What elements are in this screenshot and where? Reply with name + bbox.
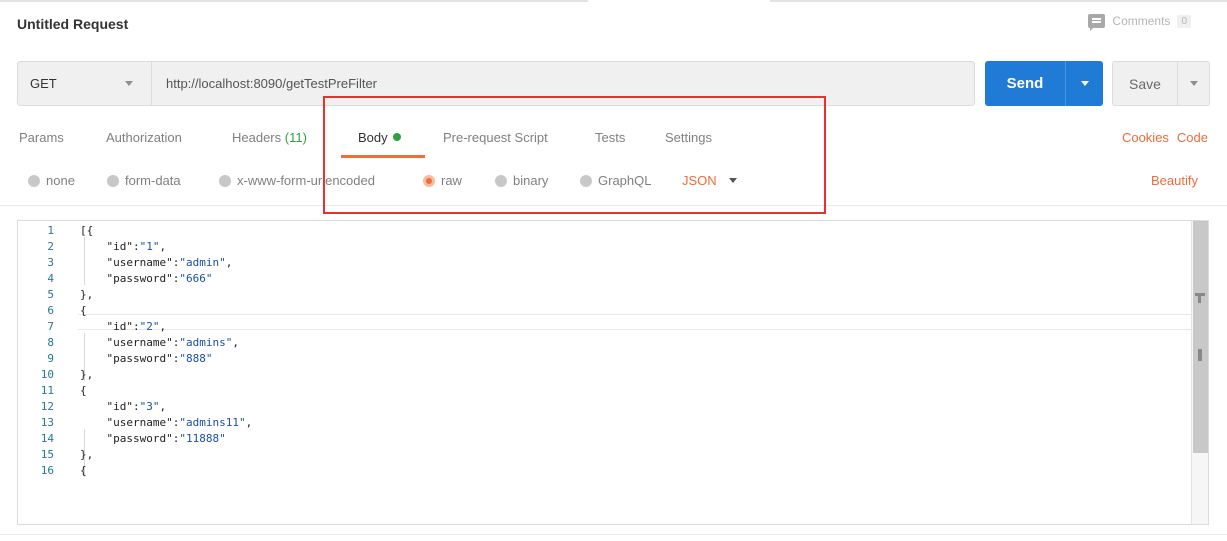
comments-count-badge: 0 — [1177, 14, 1191, 28]
line-code: "id":"3", — [80, 400, 167, 413]
line-number: 11 — [40, 384, 54, 397]
line-number: 12 — [40, 400, 54, 413]
line-code: "id":"2", — [80, 320, 167, 333]
line-number: 1 — [47, 224, 54, 237]
line-number: 4 — [47, 272, 54, 285]
current-line-highlight — [78, 314, 1193, 330]
line-number: 7 — [47, 320, 54, 333]
beautify-link[interactable]: Beautify — [1151, 173, 1198, 188]
line-code: { — [80, 304, 87, 317]
body-option-form-data[interactable]: form-data — [107, 173, 181, 188]
body-option-none[interactable]: none — [28, 173, 75, 188]
comments-button[interactable]: Comments 0 — [1088, 14, 1191, 31]
line-code: }, — [80, 448, 94, 461]
send-button[interactable]: Send — [985, 75, 1065, 92]
method-select[interactable]: GET — [18, 62, 152, 105]
chevron-down-icon — [1189, 81, 1198, 86]
line-code: "password":"11888" — [80, 432, 226, 445]
annotation-highlight-box — [323, 96, 826, 214]
radio-icon — [107, 174, 119, 187]
line-code: { — [80, 384, 87, 397]
line-code: }, — [80, 368, 94, 381]
line-code: { — [80, 464, 87, 477]
line-code: "id":"1", — [80, 240, 167, 253]
bottom-border — [0, 534, 1227, 535]
line-number: 10 — [40, 368, 54, 381]
cookies-link[interactable]: Cookies — [1122, 130, 1169, 145]
scrollbar-marker — [1198, 293, 1201, 303]
tab-authorization[interactable]: Authorization — [106, 130, 182, 145]
line-code: "username":"admin", — [80, 256, 233, 269]
scrollbar-thumb[interactable] — [1193, 221, 1208, 453]
save-options-button[interactable] — [1178, 81, 1209, 86]
headers-count: (11) — [284, 130, 307, 145]
save-button-group: Save — [1112, 61, 1210, 106]
top-border-gap — [588, 0, 770, 2]
chevron-down-icon — [1080, 81, 1089, 86]
send-button-group: Send — [985, 61, 1103, 106]
comments-label: Comments — [1112, 14, 1171, 28]
line-code: "password":"666" — [80, 272, 213, 285]
comment-icon — [1088, 14, 1106, 31]
code-editor[interactable]: 1 [{ 2 "id":"1", 3 "username":"admin", 4 "pa… — [17, 220, 1209, 525]
tab-headers-label: Headers — [232, 130, 282, 145]
line-code: }, — [80, 288, 94, 301]
line-number: 15 — [40, 448, 54, 461]
scrollbar-marker — [1198, 349, 1202, 361]
send-options-button[interactable] — [1066, 81, 1103, 86]
body-option-label: none — [46, 173, 75, 188]
radio-icon — [219, 174, 231, 187]
method-label: GET — [30, 76, 57, 91]
line-code: "password":"888" — [80, 352, 213, 365]
body-option-label: form-data — [125, 173, 181, 188]
line-number: 8 — [47, 336, 54, 349]
request-title[interactable]: Untitled Request — [17, 16, 128, 32]
line-number: 2 — [47, 240, 54, 253]
line-number: 3 — [47, 256, 54, 269]
line-number: 6 — [47, 304, 54, 317]
line-number: 13 — [40, 416, 54, 429]
code-link[interactable]: Code — [1177, 130, 1208, 145]
line-number: 16 — [40, 464, 54, 477]
save-button[interactable]: Save — [1113, 76, 1177, 92]
line-number: 14 — [40, 432, 54, 445]
line-code: "username":"admins", — [80, 336, 239, 349]
radio-icon — [28, 174, 40, 187]
line-number: 5 — [47, 288, 54, 301]
editor-scrollbar[interactable] — [1191, 221, 1208, 524]
chevron-down-icon — [125, 81, 133, 86]
line-code: [{ — [80, 224, 94, 237]
tab-params[interactable]: Params — [19, 130, 64, 145]
line-number: 9 — [47, 352, 54, 365]
right-links: Cookies Code — [1122, 130, 1208, 145]
tab-headers[interactable]: Headers (11) — [232, 130, 307, 145]
line-code: "username":"admins11", — [80, 416, 253, 429]
